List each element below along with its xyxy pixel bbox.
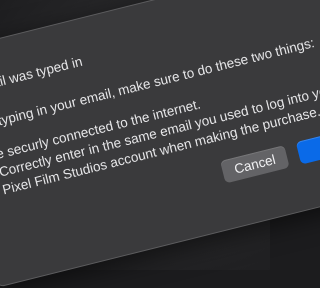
ok-button[interactable]: O [295,125,320,165]
cancel-button[interactable]: Cancel [220,145,290,184]
dialog-heading: g email was typed in [0,53,84,98]
error-dialog: g email was typed in hen typing in your … [0,0,320,288]
